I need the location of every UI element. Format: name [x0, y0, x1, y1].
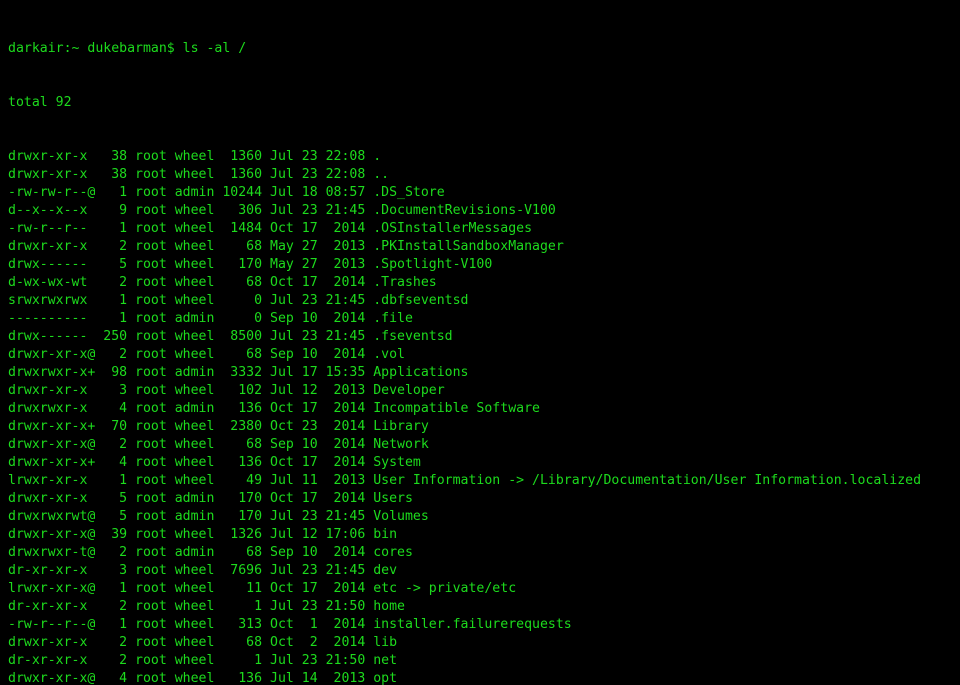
- listing-row: drwxrwxrwt@ 5 root admin 170 Jul 23 21:4…: [8, 509, 429, 524]
- listing-row: drwxrwxr-x 4 root admin 136 Oct 17 2014 …: [8, 401, 540, 416]
- directory-listing: drwxr-xr-x 38 root wheel 1360 Jul 23 22:…: [8, 148, 960, 685]
- listing-row: dr-xr-xr-x 3 root wheel 7696 Jul 23 21:4…: [8, 563, 398, 578]
- listing-row: drwxr-xr-x 38 root wheel 1360 Jul 23 22:…: [8, 149, 382, 164]
- listing-row: ---------- 1 root admin 0 Sep 10 2014 .f…: [8, 311, 413, 326]
- listing-row: drwxr-xr-x+ 4 root wheel 136 Oct 17 2014…: [8, 455, 421, 470]
- listing-row: drwx------ 5 root wheel 170 May 27 2013 …: [8, 257, 493, 272]
- listing-row: -rw-r--r-- 1 root wheel 1484 Oct 17 2014…: [8, 221, 533, 236]
- listing-row: drwxr-xr-x 38 root wheel 1360 Jul 23 22:…: [8, 167, 390, 182]
- listing-row: drwxrwxr-x+ 98 root admin 3332 Jul 17 15…: [8, 365, 469, 380]
- listing-row: -rw-r--r--@ 1 root wheel 313 Oct 1 2014 …: [8, 617, 572, 632]
- listing-row: srwxrwxrwx 1 root wheel 0 Jul 23 21:45 .…: [8, 293, 469, 308]
- listing-row: drwxr-xr-x@ 39 root wheel 1326 Jul 12 17…: [8, 527, 398, 542]
- listing-row: lrwxr-xr-x 1 root wheel 49 Jul 11 2013 U…: [8, 473, 922, 488]
- listing-row: drwxr-xr-x 5 root admin 170 Oct 17 2014 …: [8, 491, 413, 506]
- total-line: total 92: [8, 95, 72, 110]
- listing-row: drwxr-xr-x 3 root wheel 102 Jul 12 2013 …: [8, 383, 445, 398]
- listing-row: drwxr-xr-x 2 root wheel 68 May 27 2013 .…: [8, 239, 564, 254]
- prompt-command-line: darkair:~ dukebarman$ ls -al /: [8, 41, 247, 56]
- listing-row: drwxr-xr-x+ 70 root wheel 2380 Oct 23 20…: [8, 419, 429, 434]
- listing-row: d--x--x--x 9 root wheel 306 Jul 23 21:45…: [8, 203, 556, 218]
- listing-row: -rw-rw-r--@ 1 root admin 10244 Jul 18 08…: [8, 185, 445, 200]
- listing-row: drwxr-xr-x@ 2 root wheel 68 Sep 10 2014 …: [8, 437, 429, 452]
- listing-row: drwxr-xr-x@ 4 root wheel 136 Jul 14 2013…: [8, 671, 398, 685]
- listing-row: dr-xr-xr-x 2 root wheel 1 Jul 23 21:50 h…: [8, 599, 405, 614]
- listing-row: lrwxr-xr-x@ 1 root wheel 11 Oct 17 2014 …: [8, 581, 517, 596]
- terminal-output-area[interactable]: darkair:~ dukebarman$ ls -al / total 92 …: [0, 0, 960, 685]
- listing-row: drwxrwxr-t@ 2 root admin 68 Sep 10 2014 …: [8, 545, 413, 560]
- listing-row: dr-xr-xr-x 2 root wheel 1 Jul 23 21:50 n…: [8, 653, 398, 668]
- listing-row: drwxr-xr-x 2 root wheel 68 Oct 2 2014 li…: [8, 635, 398, 650]
- listing-row: drwx------ 250 root wheel 8500 Jul 23 21…: [8, 329, 453, 344]
- listing-row: drwxr-xr-x@ 2 root wheel 68 Sep 10 2014 …: [8, 347, 405, 362]
- listing-row: d-wx-wx-wt 2 root wheel 68 Oct 17 2014 .…: [8, 275, 437, 290]
